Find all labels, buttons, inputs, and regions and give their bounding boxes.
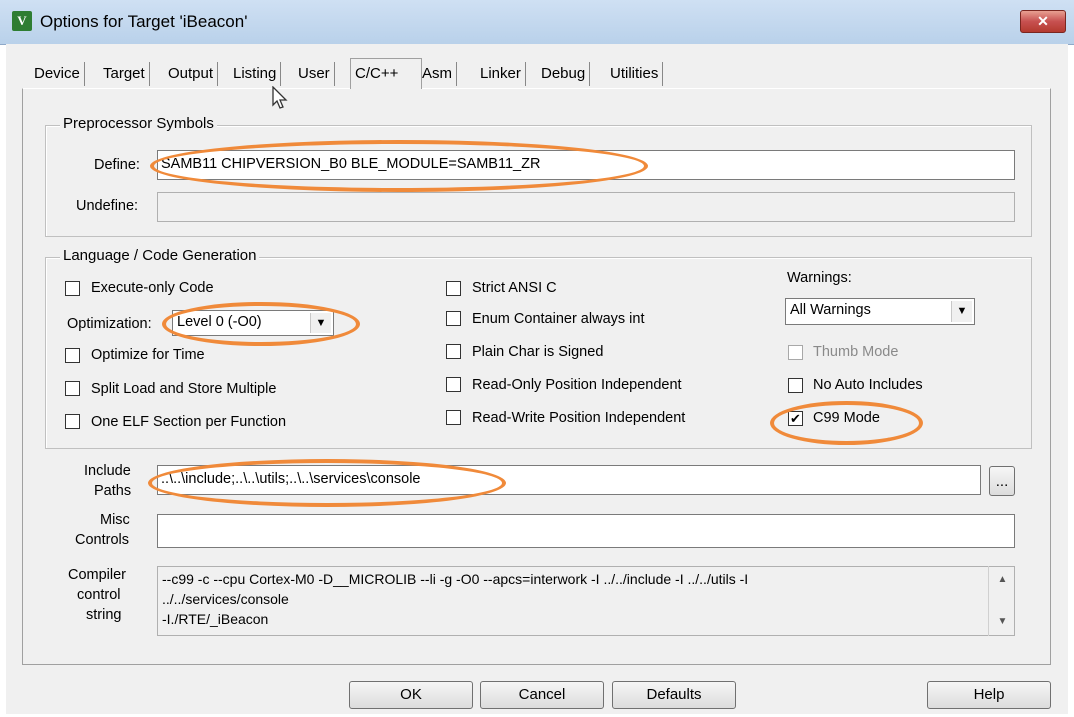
warnings-select[interactable]: All Warnings ▼: [785, 298, 975, 325]
warnings-label: Warnings:: [787, 270, 852, 286]
thumb-mode-checkbox[interactable]: [788, 345, 803, 360]
compiler-scrollbar[interactable]: ▲ ▼: [988, 566, 1016, 636]
one-elf-checkbox[interactable]: [65, 414, 80, 429]
plain-char-label: Plain Char is Signed: [472, 344, 604, 360]
tab-c-cpp[interactable]: C/C++: [350, 58, 422, 89]
defaults-button[interactable]: Defaults: [612, 681, 736, 709]
compiler-line-3: -I./RTE/_iBeacon: [162, 611, 269, 627]
split-load-label: Split Load and Store Multiple: [91, 381, 277, 397]
include-browse-button[interactable]: ...: [989, 466, 1015, 496]
ok-button[interactable]: OK: [349, 681, 473, 709]
split-load-checkbox[interactable]: [65, 381, 80, 396]
enum-container-checkbox[interactable]: [446, 311, 461, 326]
tab-target[interactable]: Target: [99, 62, 150, 86]
execute-only-label: Execute-only Code: [91, 280, 214, 296]
enum-container-label: Enum Container always int: [472, 311, 645, 327]
window-title: Options for Target 'iBeacon': [40, 12, 248, 31]
chevron-down-icon[interactable]: ▼: [951, 301, 972, 322]
mouse-cursor-icon: [272, 86, 288, 109]
misc-label: Misc: [100, 512, 130, 528]
control-label: control: [77, 587, 121, 603]
chevron-down-icon[interactable]: ▼: [310, 313, 331, 333]
rwpi-label: Read-Write Position Independent: [472, 410, 686, 426]
scroll-down-icon[interactable]: ▼: [989, 612, 1016, 632]
tab-utilities[interactable]: Utilities: [606, 62, 664, 86]
plain-char-checkbox[interactable]: [446, 344, 461, 359]
thumb-mode-label: Thumb Mode: [813, 344, 899, 360]
define-label: Define:: [94, 157, 140, 173]
include-label: Include: [84, 463, 131, 479]
strict-ansi-checkbox[interactable]: [446, 281, 461, 296]
help-button[interactable]: Help: [927, 681, 1051, 709]
optimization-select[interactable]: Level 0 (-O0) ▼: [172, 310, 334, 336]
undefine-label: Undefine:: [76, 198, 139, 214]
optimize-time-label: Optimize for Time: [91, 347, 205, 363]
preprocessor-title: Preprocessor Symbols: [60, 115, 217, 132]
language-title: Language / Code Generation: [60, 247, 260, 264]
no-auto-includes-label: No Auto Includes: [813, 377, 923, 393]
one-elf-label: One ELF Section per Function: [91, 414, 287, 430]
c99-mode-checkbox[interactable]: ✔: [788, 411, 803, 426]
tab-asm[interactable]: Asm: [418, 62, 457, 86]
undefine-field[interactable]: [157, 192, 1015, 222]
tab-user[interactable]: User: [294, 62, 335, 86]
include-paths-field[interactable]: ..\..\include;..\..\utils;..\..\services…: [157, 465, 981, 495]
paths-label: Paths: [94, 483, 132, 499]
compiler-control-string[interactable]: --c99 -c --cpu Cortex-M0 -D__MICROLIB --…: [157, 566, 1015, 636]
rwpi-checkbox[interactable]: [446, 410, 461, 425]
c99-mode-label: C99 Mode: [813, 410, 880, 426]
cancel-button[interactable]: Cancel: [480, 681, 604, 709]
strict-ansi-label: Strict ANSI C: [472, 280, 557, 296]
optimization-label: Optimization:: [67, 316, 152, 332]
close-button[interactable]: ✕: [1020, 10, 1066, 33]
execute-only-checkbox[interactable]: [65, 281, 80, 296]
optimization-value: Level 0 (-O0): [177, 314, 262, 330]
app-icon: V: [12, 11, 32, 31]
define-field[interactable]: SAMB11 CHIPVERSION_B0 BLE_MODULE=SAMB11_…: [157, 150, 1015, 180]
tab-linker[interactable]: Linker: [476, 62, 526, 86]
warnings-value: All Warnings: [790, 302, 871, 318]
scroll-up-icon[interactable]: ▲: [989, 570, 1016, 590]
string-label: string: [86, 607, 122, 623]
tab-listing[interactable]: Listing: [229, 62, 282, 86]
tab-device[interactable]: Device: [30, 62, 85, 86]
compiler-label: Compiler: [68, 567, 127, 583]
misc-controls-field[interactable]: [157, 514, 1015, 548]
compiler-line-2: ../../services/console: [162, 591, 289, 607]
no-auto-includes-checkbox[interactable]: [788, 378, 803, 393]
ropi-label: Read-Only Position Independent: [472, 377, 682, 393]
ropi-checkbox[interactable]: [446, 377, 461, 392]
tab-debug[interactable]: Debug: [537, 62, 591, 86]
optimize-time-checkbox[interactable]: [65, 348, 80, 363]
tab-output[interactable]: Output: [164, 62, 219, 86]
controls-label: Controls: [75, 532, 129, 548]
compiler-line-1: --c99 -c --cpu Cortex-M0 -D__MICROLIB --…: [162, 571, 749, 587]
